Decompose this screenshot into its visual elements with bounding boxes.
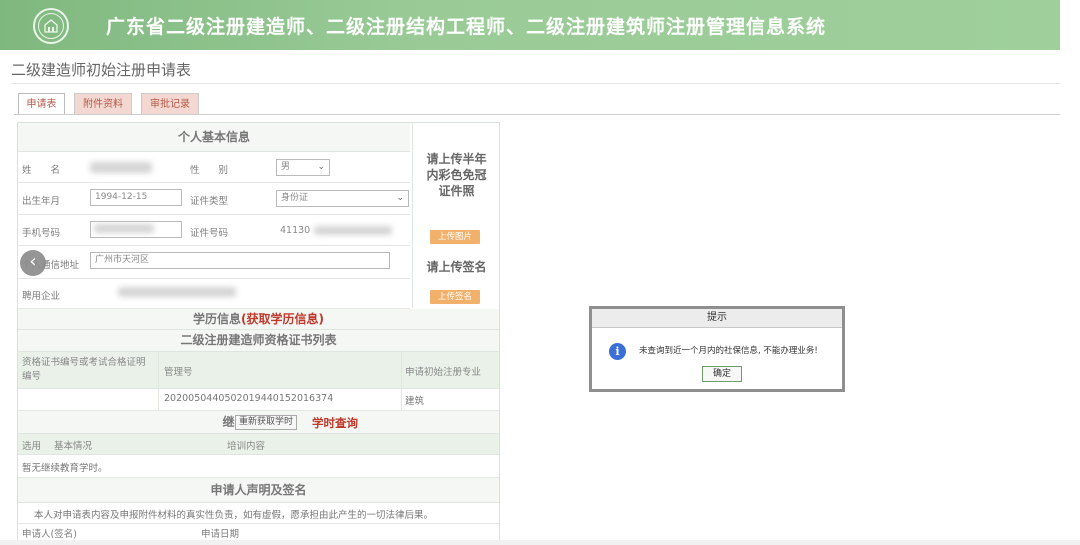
employer-value-redacted <box>118 287 236 297</box>
id-type-value: 身份证 <box>281 193 309 203</box>
chevron-down-icon: ⌄ <box>317 162 325 172</box>
info-icon: i <box>609 343 626 360</box>
alert-dialog: 提示 i 未查询到近一个月内的社保信息, 不能办理业务! 确定 <box>589 306 845 392</box>
title-divider <box>11 83 1060 84</box>
major-cell: 建筑 <box>405 396 425 407</box>
dialog-title: 提示 <box>592 309 842 328</box>
tab-attachments[interactable]: 附件资料 <box>74 93 132 114</box>
cert-no-header: 资格证书编号或考试合格证明编号 <box>22 357 146 382</box>
hours-query-link[interactable]: 学时查询 <box>312 415 358 431</box>
tab-application-form[interactable]: 申请表 <box>18 93 65 115</box>
id-no-label: 证件号码 <box>190 228 229 239</box>
tab-divider <box>14 114 1060 115</box>
id-no-value: 41130 <box>280 225 311 236</box>
continuing-edu-table-header: 选用 基本情况 培训内容 <box>18 434 499 455</box>
name-value-redacted <box>90 162 152 173</box>
continuing-edu-empty-row: 暂无继续教育学时。 <box>18 455 499 478</box>
id-type-label: 证件类型 <box>190 196 229 207</box>
id-type-select[interactable]: 身份证 ⌄ <box>276 190 409 207</box>
bottom-bar <box>0 540 1080 545</box>
table-row: 20200504405020194401520163​74 建筑 <box>18 389 499 411</box>
upload-photo-button[interactable]: 上传图片 <box>430 230 480 244</box>
declaration-row: 本人对申请表内容及申报附件材料的真实性负责，如有虚假，愿承担由此产生的一切法律后… <box>18 503 499 524</box>
upload-signature-instruction: 请上传签名 <box>426 260 487 274</box>
personal-info-heading: 个人基本信息 <box>18 123 410 152</box>
education-label: 学历信息 <box>193 312 242 326</box>
tab-approval-records[interactable]: 审批记录 <box>141 93 199 114</box>
apply-date-label: 申请日期 <box>201 529 240 540</box>
id-no-redacted <box>314 226 392 235</box>
application-form: 个人基本信息 姓 名 性 别 男 ⌄ 出生年月 1994-12-15 证件类型 … <box>17 122 500 545</box>
phone-value-redacted <box>94 224 154 233</box>
education-heading: 学历信息(获取学历信息) <box>18 309 499 330</box>
refresh-hours-button[interactable]: 重新获取学时 <box>235 415 298 430</box>
name-label: 姓 名 <box>22 165 61 176</box>
government-emblem-icon <box>33 8 69 44</box>
upload-signature-button[interactable]: 上传签名 <box>430 290 480 304</box>
cert-list-heading: 二级注册建造师资格证书列表 <box>18 330 499 352</box>
basic-info-header: 基本情况 <box>54 441 93 452</box>
birth-label: 出生年月 <box>22 196 61 207</box>
get-education-link[interactable]: (获取学历信息) <box>241 312 324 326</box>
gender-label: 性 别 <box>190 165 229 176</box>
system-title: 广东省二级注册建造师、二级注册结构工程师、二级注册建筑师注册管理信息系统 <box>106 16 827 38</box>
ok-button[interactable]: 确定 <box>702 366 742 382</box>
manage-no-header: 管理号 <box>164 367 193 378</box>
birth-date-input[interactable]: 1994-12-15 <box>90 189 182 206</box>
declaration-text: 本人对申请表内容及申报附件材料的真实性负责，如有虚假，愿承担由此产生的一切法律后… <box>34 510 434 521</box>
training-content-header: 培训内容 <box>227 441 266 452</box>
continuing-edu-empty-text: 暂无继续教育学时。 <box>22 463 108 474</box>
manage-no-cell: 20200504405020194401520163​74 <box>164 393 334 404</box>
chevron-down-icon: ⌄ <box>396 193 404 203</box>
applicant-sign-label: 申请人(签名) <box>22 529 77 540</box>
upload-column: 请上传半年内彩色免冠证件照 上传图片 请上传签名 上传签名 <box>412 123 500 308</box>
upload-photo-instruction: 请上传半年内彩色免冠证件照 <box>426 152 487 198</box>
previous-arrow-icon[interactable]: ‹ <box>20 250 46 276</box>
select-header: 选用 <box>22 441 42 452</box>
major-header: 申请初始注册专业 <box>405 367 482 378</box>
address-input[interactable]: 广州市天河区 <box>90 252 390 269</box>
page-title: 二级建造师初始注册申请表 <box>11 61 192 79</box>
gender-select[interactable]: 男 ⌄ <box>276 159 330 176</box>
cert-table-header: 资格证书编号或考试合格证明编号 管理号 申请初始注册专业 <box>18 352 499 389</box>
dialog-message: 未查询到近一个月内的社保信息, 不能办理业务! <box>639 346 818 356</box>
phone-label: 手机号码 <box>22 228 61 239</box>
gender-value: 男 <box>281 162 291 172</box>
employer-label: 聘用企业 <box>22 291 61 302</box>
header-banner: 广东省二级注册建造师、二级注册结构工程师、二级注册建筑师注册管理信息系统 <box>0 0 1060 50</box>
declaration-heading: 申请人声明及签名 <box>18 478 499 503</box>
